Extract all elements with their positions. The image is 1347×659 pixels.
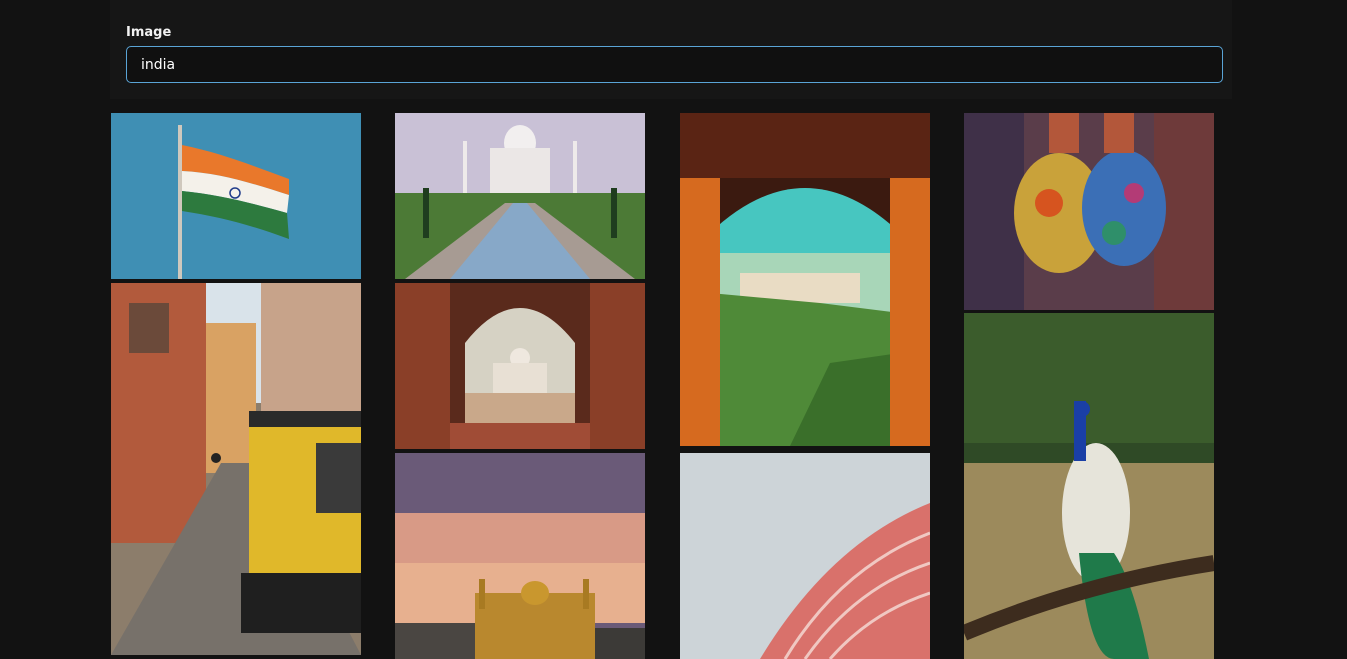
gallery-image-street-auto-rickshaw[interactable] [111,283,361,655]
gallery-image-fort-arch-view[interactable] [680,113,930,446]
image-field-label: Image [126,25,172,40]
gallery-image-holi-colored-hands[interactable] [964,113,1214,310]
gallery-image-golden-temple-sunset[interactable] [395,453,645,659]
gallery-image-taj-mahal-reflecting-pool[interactable] [395,113,645,279]
image-search-input[interactable] [126,46,1223,83]
search-panel: Image [110,0,1232,99]
gallery-image-taj-mahal-through-arch[interactable] [395,283,645,449]
gallery-image-indian-flag[interactable] [111,113,361,279]
gallery-image-hawa-mahal-facade[interactable] [680,453,930,659]
gallery-image-peacock[interactable] [964,313,1214,659]
